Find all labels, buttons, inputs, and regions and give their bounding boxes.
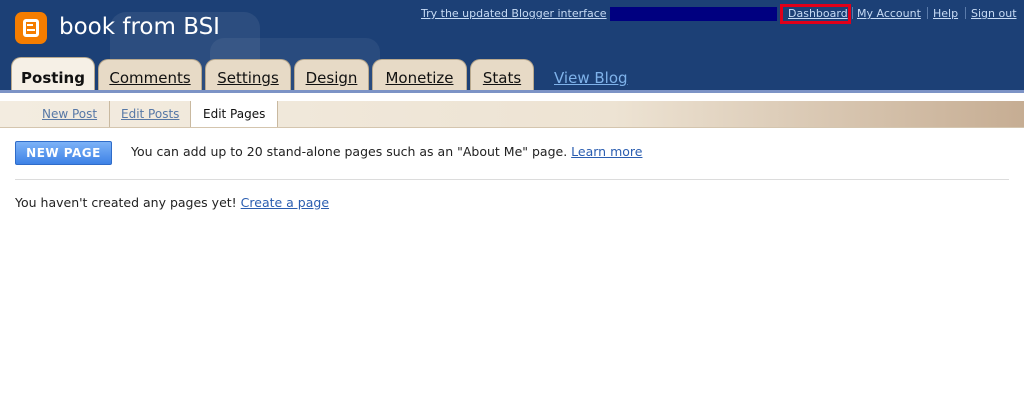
subnav-edit-pages[interactable]: Edit Pages (190, 101, 279, 127)
tab-comments[interactable]: Comments (98, 59, 202, 90)
redacted-email (610, 7, 777, 21)
separator (965, 7, 966, 19)
separator (852, 7, 853, 19)
subnav-edit-posts[interactable]: Edit Posts (109, 101, 193, 127)
updated-interface-link[interactable]: Try the updated Blogger interface (421, 7, 607, 20)
create-page-link[interactable]: Create a page (241, 195, 329, 210)
dashboard-highlight (780, 4, 851, 24)
subnav-new-post[interactable]: New Post (30, 101, 111, 127)
tab-settings[interactable]: Settings (205, 59, 291, 90)
posting-subnav: New Post Edit Posts Edit Pages (0, 101, 1024, 128)
tab-design[interactable]: Design (294, 59, 369, 90)
tab-stats[interactable]: Stats (470, 59, 534, 90)
sign-out-link[interactable]: Sign out (971, 7, 1017, 20)
new-page-button[interactable]: NEW PAGE (15, 141, 112, 165)
blogger-header: book from BSI Try the updated Blogger in… (0, 0, 1024, 90)
main-tabs: Posting Comments Settings Design Monetiz… (0, 57, 1024, 90)
help-link[interactable]: Help (933, 7, 958, 20)
header-stripe (0, 90, 1024, 93)
divider (15, 179, 1009, 180)
tab-monetize[interactable]: Monetize (372, 59, 467, 90)
pages-info: You can add up to 20 stand-alone pages s… (131, 144, 642, 159)
tab-posting[interactable]: Posting (11, 57, 95, 90)
pages-info-text: You can add up to 20 stand-alone pages s… (131, 144, 568, 159)
empty-state-text: You haven't created any pages yet! (15, 195, 237, 210)
top-links: Try the updated Blogger interface Dashbo… (0, 7, 1024, 23)
separator (927, 7, 928, 19)
view-blog-link[interactable]: View Blog (554, 69, 628, 87)
my-account-link[interactable]: My Account (857, 7, 921, 20)
empty-state: You haven't created any pages yet! Creat… (15, 195, 329, 210)
learn-more-link[interactable]: Learn more (571, 144, 642, 159)
